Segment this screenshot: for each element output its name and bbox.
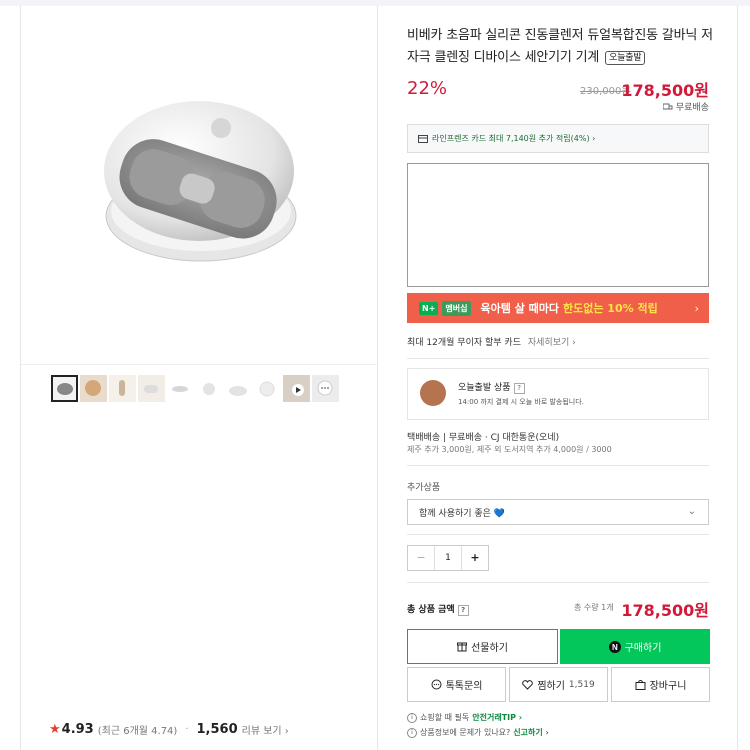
- chevron-down-icon: ⌄: [687, 506, 696, 517]
- thumbnail-strip: [51, 375, 339, 402]
- wish-button[interactable]: 찜하기 1,519: [509, 667, 608, 702]
- rating-summary: ★ 4.93 (최근 6개월 4.74) · 1,560 리뷰 보기 ›: [49, 722, 289, 737]
- rating-score: 4.93: [61, 722, 94, 737]
- promo-frame: [407, 163, 709, 287]
- chat-icon: [431, 679, 442, 690]
- gift-label: 선물하기: [471, 643, 508, 654]
- today-ship-title: 오늘출발 상품: [458, 383, 511, 393]
- report-link[interactable]: 신고하기 ›: [513, 727, 549, 738]
- total-quantity: 총 수량 1개: [574, 603, 614, 612]
- talk-inquiry-button[interactable]: 톡톡문의: [407, 667, 506, 702]
- installment-more-link[interactable]: 자세히보기 ›: [528, 338, 576, 348]
- cart-label: 장바구니: [649, 681, 687, 692]
- help-icon[interactable]: ?: [457, 605, 469, 616]
- cleanser-device-image: [104, 101, 297, 262]
- thumbnail[interactable]: [167, 375, 194, 402]
- chevron-right-icon: ›: [694, 302, 699, 315]
- decrease-button[interactable]: −: [408, 546, 435, 570]
- recent-rating: (최근 6개월 4.74): [97, 726, 178, 737]
- thumbnail[interactable]: [225, 375, 252, 402]
- thumbnail[interactable]: [138, 375, 165, 402]
- thumbnail[interactable]: [51, 375, 78, 402]
- talk-label: 톡톡문의: [445, 681, 483, 692]
- membership-logo: 멤버십: [442, 300, 471, 316]
- total-label: 총 상품 금액: [407, 605, 455, 615]
- separator-dot: ·: [185, 724, 189, 735]
- wish-count: 1,519: [568, 679, 595, 690]
- card-promo[interactable]: 라인프렌즈 카드 최대 7,140원 추가 적립(4%) ›: [407, 124, 709, 153]
- star-icon: ★: [49, 722, 61, 737]
- buy-label: 구매하기: [624, 643, 662, 654]
- shipping-text: 무료배송: [675, 103, 709, 113]
- product-title: 비베카 초음파 실리콘 진동클렌저 듀얼복합진동 갈바닉 저자극 클렌징 디바이…: [407, 25, 717, 69]
- banner-text: 육아템 살 때마다: [480, 302, 560, 315]
- tip-text: 상품정보에 문제가 있나요?: [420, 728, 511, 737]
- shopping-bag-icon: [635, 680, 646, 690]
- card-icon: [418, 134, 428, 143]
- divider: [407, 582, 709, 583]
- buy-button[interactable]: N 구매하기: [560, 629, 710, 664]
- quantity-value[interactable]: 1: [435, 546, 461, 570]
- membership-banner[interactable]: N+ 멤버십 육아템 살 때마다 한도없는 10% 적립 ›: [407, 293, 709, 323]
- report-tip: i 상품정보에 문제가 있나요? 신고하기 ›: [407, 727, 549, 738]
- delivery-type: 택배배송 | 무료배송 · CJ 대한통운(오네): [407, 433, 560, 443]
- product-info: 비베카 초음파 실리콘 진동클렌저 듀얼복합진동 갈바닉 저자극 클렌징 디바이…: [378, 6, 738, 750]
- naver-plus-logo: N+: [419, 301, 439, 315]
- safe-trade-link[interactable]: 안전거래TIP ›: [472, 712, 522, 723]
- today-ship-desc: 14:00 까지 결제 시 오늘 바로 발송됩니다.: [458, 398, 584, 406]
- info-icon: i: [407, 712, 417, 723]
- video-thumbnail[interactable]: [283, 375, 310, 402]
- banner-highlight: 한도없는 10% 적립: [563, 302, 658, 315]
- total-label-row: 총 상품 금액?: [407, 602, 469, 616]
- addon-select-value: 함께 사용하기 좋은 💙: [419, 508, 506, 519]
- truck-icon: [662, 103, 673, 109]
- today-ship-title-row: 오늘출발 상품?: [458, 380, 525, 394]
- card-promo-text: 라인프렌즈 카드 최대 7,140원 추가 적립(4%) ›: [432, 134, 596, 143]
- sale-price: 178,500원: [621, 81, 709, 100]
- safe-trade-tip: i 쇼핑할 때 필독 안전거래TIP ›: [407, 712, 522, 723]
- review-count: 1,560: [196, 722, 238, 737]
- today-ship-box: 오늘출발 상품? 14:00 까지 결제 시 오늘 바로 발송됩니다.: [407, 368, 709, 420]
- divider: [407, 358, 709, 359]
- thumbnail[interactable]: [80, 375, 107, 402]
- more-thumbnails-button[interactable]: [312, 375, 339, 402]
- naver-n-icon: N: [608, 640, 621, 653]
- delivery-extra-fee: 제주 추가 3,000원, 제주 외 도서지역 추가 4,000원 / 3000: [407, 445, 612, 454]
- addon-label: 추가상품: [407, 483, 441, 493]
- divider: [407, 465, 709, 466]
- product-title-text: 비베카 초음파 실리콘 진동클렌저 듀얼복합진동 갈바닉 저자극 클렌징 디바이…: [407, 28, 713, 65]
- help-icon[interactable]: ?: [513, 383, 525, 394]
- svg-text:N: N: [612, 643, 618, 652]
- thumbnail[interactable]: [254, 375, 281, 402]
- wish-label: 찜하기: [537, 681, 565, 692]
- delivery-truck-icon: [420, 380, 446, 406]
- installment-text: 최대 12개월 무이자 할부 카드: [407, 338, 521, 348]
- shipping-info: 무료배송: [662, 100, 709, 113]
- gift-button[interactable]: 선물하기: [407, 629, 558, 664]
- product-gallery: ★ 4.93 (최근 6개월 4.74) · 1,560 리뷰 보기 ›: [20, 6, 378, 750]
- today-ship-badge: 오늘출발: [605, 51, 646, 65]
- addon-select[interactable]: 함께 사용하기 좋은 💙 ⌄: [407, 499, 709, 525]
- gift-icon: [457, 642, 468, 652]
- heart-icon: [522, 679, 534, 690]
- main-product-image[interactable]: [21, 6, 377, 365]
- info-icon: i: [407, 727, 417, 738]
- thumbnail[interactable]: [196, 375, 223, 402]
- quantity-stepper: − 1 +: [407, 545, 489, 571]
- increase-button[interactable]: +: [461, 546, 488, 570]
- cart-button[interactable]: 장바구니: [611, 667, 710, 702]
- installment-info: 최대 12개월 무이자 할부 카드 자세히보기 ›: [407, 335, 576, 348]
- tip-text: 쇼핑할 때 필독: [420, 713, 470, 722]
- divider: [407, 534, 709, 535]
- thumbnail[interactable]: [109, 375, 136, 402]
- total-price: 178,500원: [621, 601, 709, 620]
- discount-rate: 22%: [407, 78, 448, 99]
- review-link[interactable]: 리뷰 보기 ›: [242, 722, 289, 737]
